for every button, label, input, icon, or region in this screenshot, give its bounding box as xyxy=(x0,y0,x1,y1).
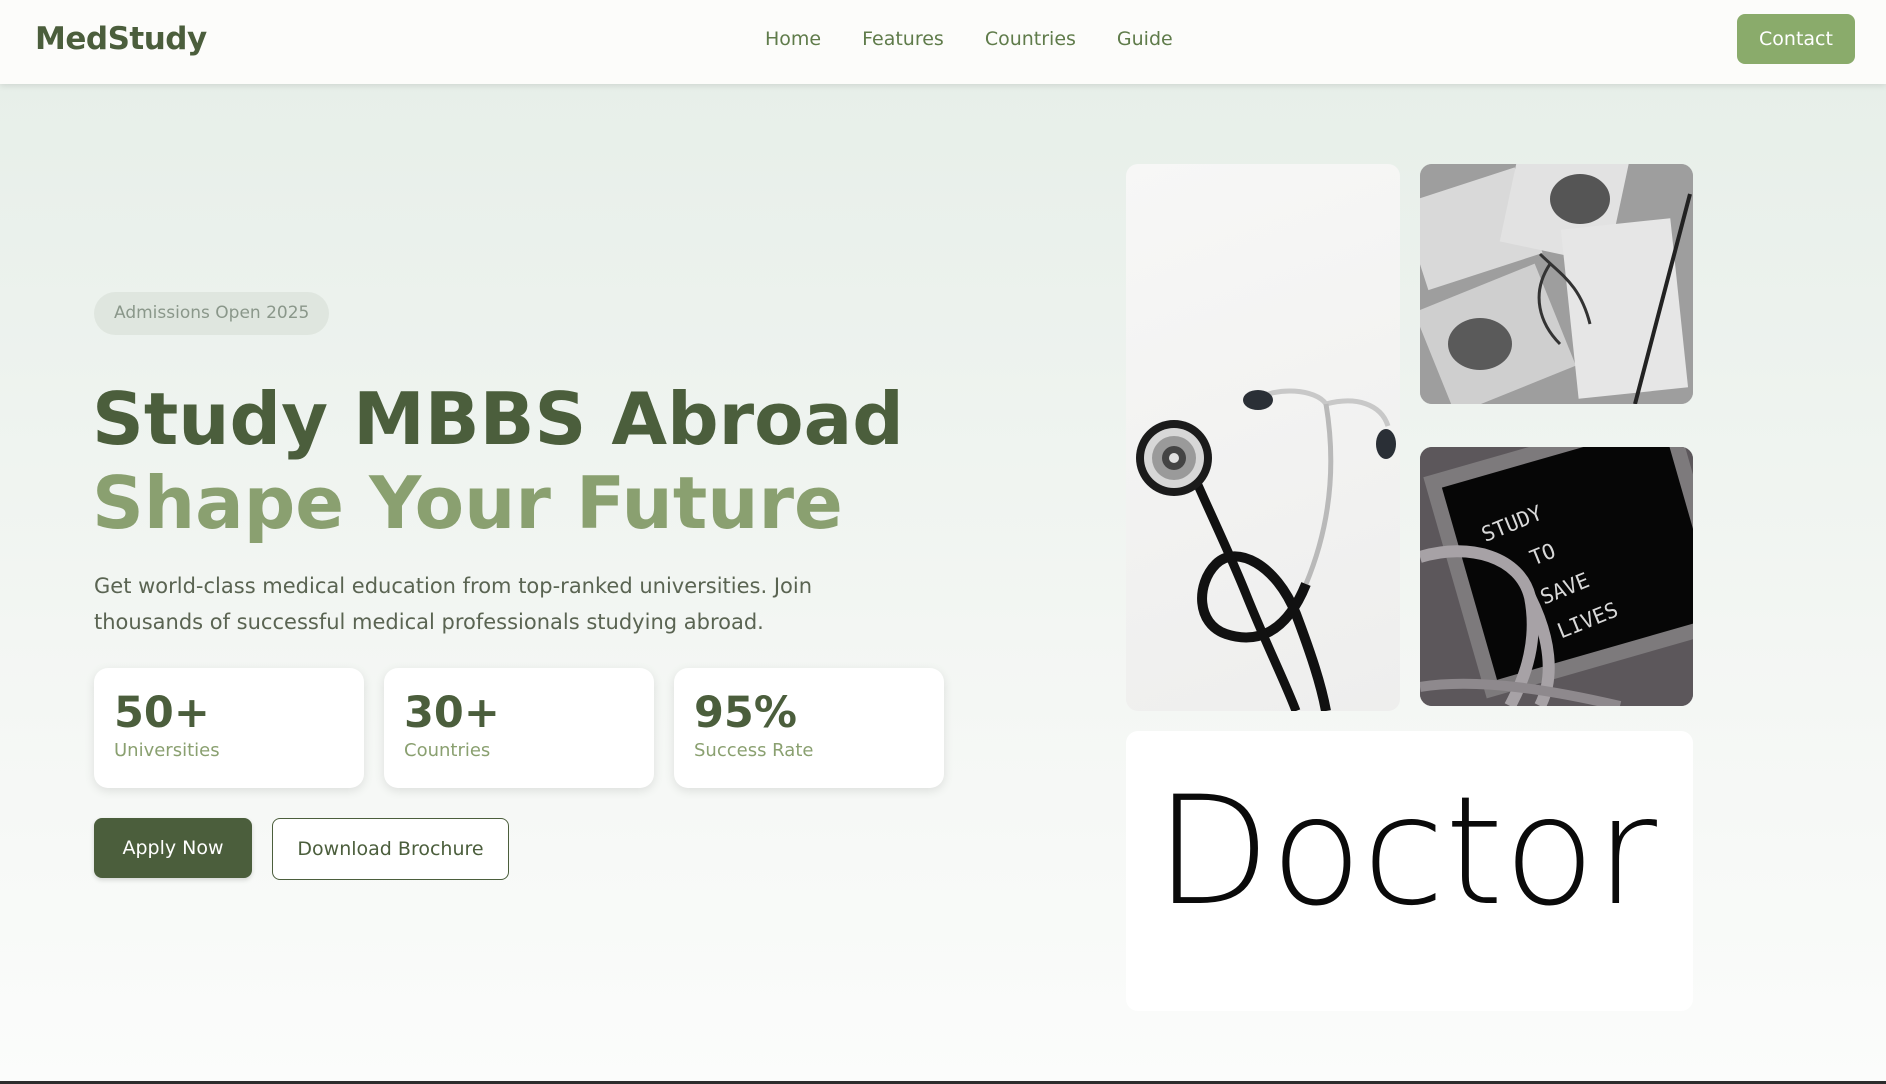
doctor-logo-text: Doctor xyxy=(1155,765,1657,939)
stat-value: 30+ xyxy=(404,688,500,738)
stat-value: 50+ xyxy=(114,688,210,738)
nav-link-guide[interactable]: Guide xyxy=(1117,28,1173,50)
nav-links: Home Features Countries Guide xyxy=(765,28,1214,50)
study-to-save-lives-image: STUDY TO SAVE LIVES xyxy=(1420,447,1693,706)
hero-headline-primary: Study MBBS Abroad xyxy=(92,377,904,461)
nav-link-countries[interactable]: Countries xyxy=(985,28,1076,50)
stat-label: Universities xyxy=(114,740,220,761)
apply-now-button[interactable]: Apply Now xyxy=(94,818,252,878)
brand-logo[interactable]: MedStudy xyxy=(35,21,207,57)
hero-headline-secondary: Shape Your Future xyxy=(92,461,843,545)
nav-link-home[interactable]: Home xyxy=(765,28,821,50)
stat-card-countries: 30+ Countries xyxy=(384,668,654,788)
top-navbar: MedStudy Home Features Countries Guide C… xyxy=(0,0,1886,84)
stats-row: 50+ Universities 30+ Countries 95% Succe… xyxy=(94,668,964,788)
hero-subtitle: Get world-class medical education from t… xyxy=(94,574,813,634)
download-brochure-button[interactable]: Download Brochure xyxy=(272,818,509,880)
contact-button[interactable]: Contact xyxy=(1737,14,1855,64)
stat-value: 95% xyxy=(694,688,797,738)
admissions-badge: Admissions Open 2025 xyxy=(94,292,330,335)
stat-label: Countries xyxy=(404,740,491,761)
stethoscope-image xyxy=(1126,164,1400,711)
nav-link-features[interactable]: Features xyxy=(862,28,944,50)
stat-card-success-rate: 95% Success Rate xyxy=(674,668,944,788)
stat-label: Success Rate xyxy=(694,740,814,761)
stat-card-universities: 50+ Universities xyxy=(94,668,364,788)
doctor-logo-image: Doctor xyxy=(1126,731,1693,1011)
anatomy-cards-image xyxy=(1420,164,1693,404)
